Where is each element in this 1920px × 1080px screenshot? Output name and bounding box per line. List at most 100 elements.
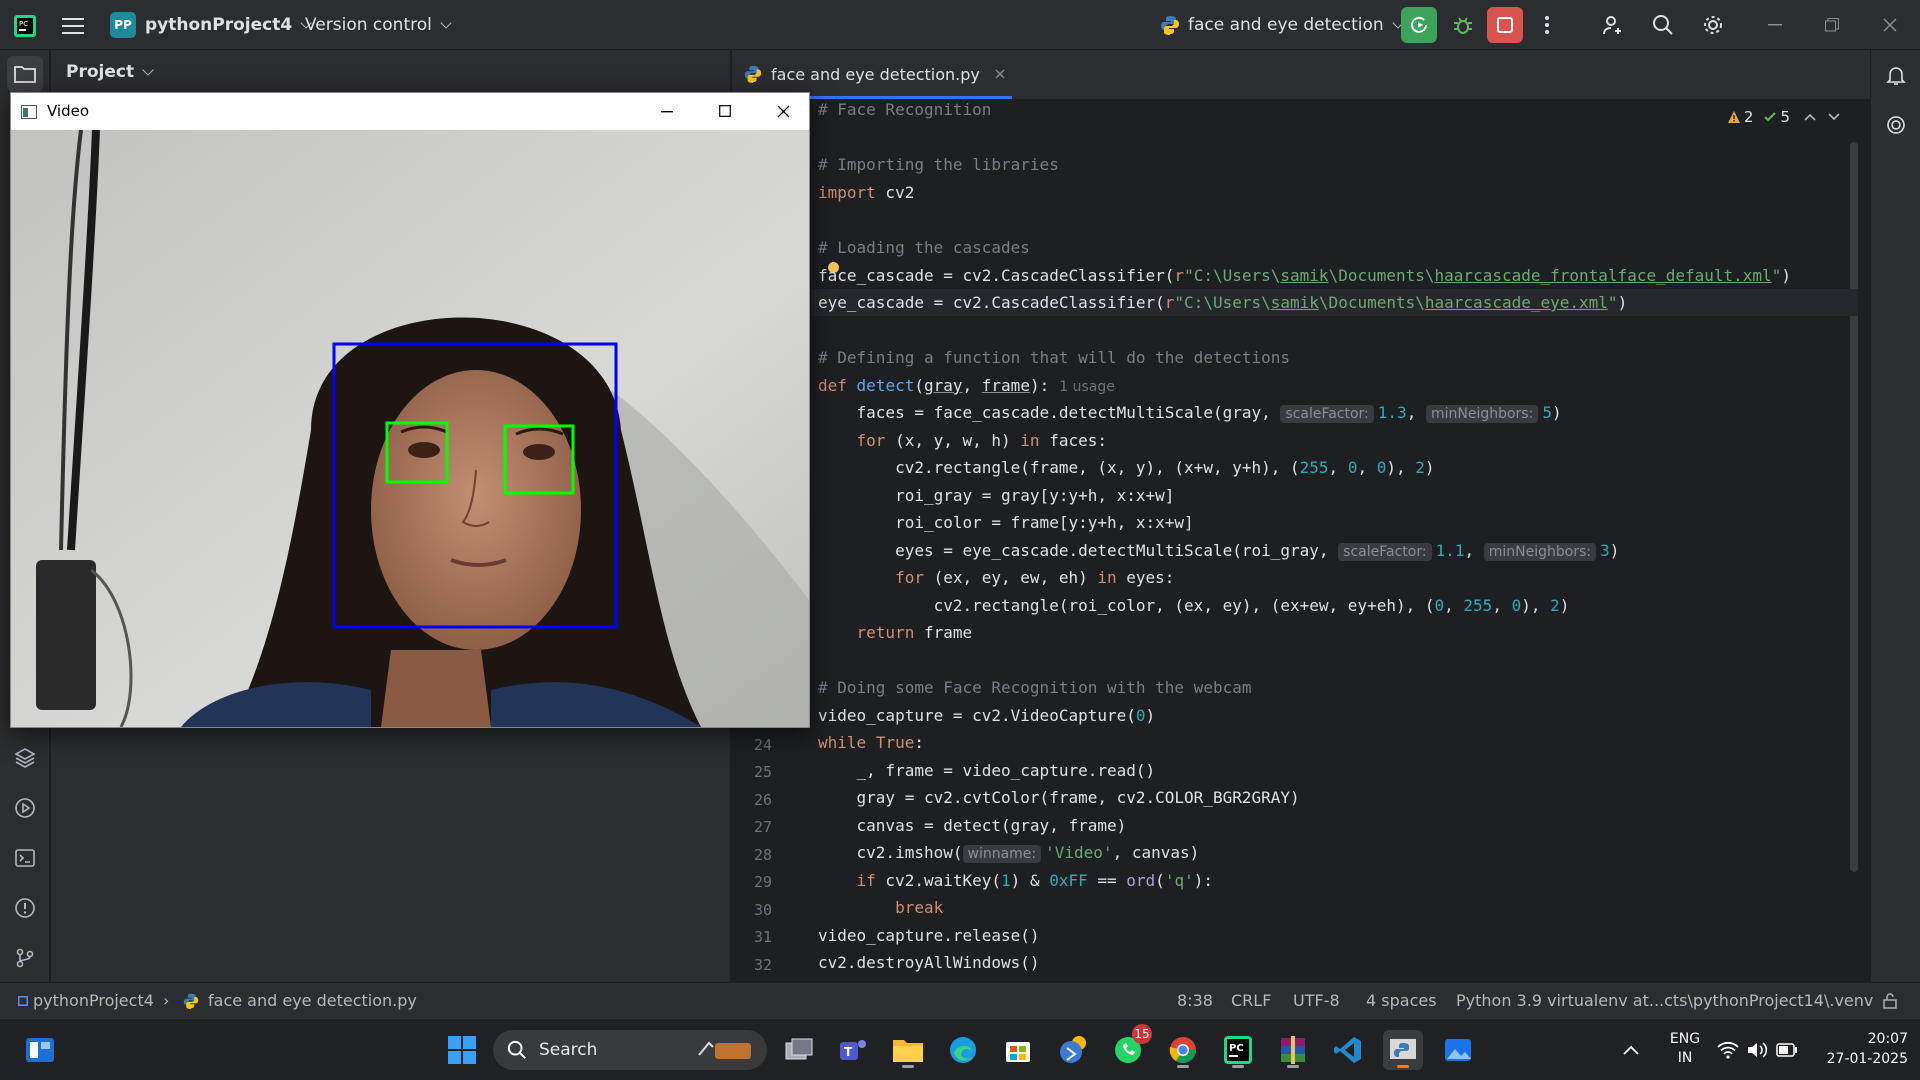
run-config-selector[interactable]: face and eye detection (1160, 0, 1404, 50)
code-line: # Face Recognition (818, 100, 992, 119)
status-bar: pythonProject4 › face and eye detection.… (0, 982, 1920, 1018)
git-button[interactable] (7, 940, 43, 976)
winrar-icon[interactable] (1273, 1030, 1313, 1070)
project-tool-button[interactable] (7, 56, 43, 92)
wifi-icon[interactable] (1717, 1041, 1739, 1059)
svg-text:PC: PC (19, 20, 28, 28)
add-user-button[interactable] (1597, 9, 1629, 41)
task-view-icon[interactable] (779, 1030, 819, 1070)
search-everywhere-button[interactable] (1647, 9, 1679, 41)
run-config-label: face and eye detection (1188, 15, 1384, 35)
main-menu-icon[interactable] (60, 13, 86, 39)
close-window-button[interactable] (1875, 10, 1905, 40)
maximize-icon[interactable] (719, 105, 731, 117)
svg-text:PC: PC (1229, 1043, 1244, 1054)
debug-button[interactable] (1445, 7, 1481, 43)
line-number: 28 (753, 846, 772, 864)
inspection-widget[interactable]: 2 5 (1727, 108, 1840, 126)
clock-date: 27-01-2025 (1826, 1051, 1908, 1067)
file-encoding[interactable]: UTF-8 (1293, 983, 1340, 1019)
running-indicator (902, 1065, 914, 1068)
indent-setting[interactable]: 4 spaces (1366, 983, 1437, 1019)
code-line: video_capture.release() (818, 926, 1040, 945)
pycharm-taskbar-icon[interactable]: PC (1218, 1030, 1258, 1070)
restore-window-button[interactable] (1817, 10, 1847, 40)
breadcrumb-file[interactable]: face and eye detection.py (208, 983, 417, 1019)
stop-icon (1497, 17, 1513, 33)
chevron-up-icon[interactable] (1623, 1045, 1639, 1055)
inlay-hint: scaleFactor: (1280, 405, 1374, 423)
file-explorer-icon[interactable] (888, 1030, 928, 1070)
language-indicator[interactable]: ENG IN (1665, 1030, 1705, 1068)
chevron-down-icon (440, 16, 452, 29)
chrome-icon[interactable] (1163, 1030, 1203, 1070)
title-bar: PC PP pythonProject4 Version control fac… (0, 0, 1920, 50)
weather-icon[interactable] (1053, 1030, 1093, 1070)
run-tool-button[interactable] (7, 790, 43, 826)
code-line: # Doing some Face Recognition with the w… (818, 678, 1252, 697)
editor-scrollbar[interactable] (1850, 142, 1858, 872)
python-packages-button[interactable] (7, 740, 43, 776)
notifications-button[interactable] (1879, 58, 1913, 92)
volume-icon[interactable] (1746, 1041, 1768, 1059)
project-panel-title[interactable]: Project (66, 62, 154, 82)
code-line: roi_color = frame[y:y+h, x:x+w] (818, 513, 1194, 532)
usage-hint[interactable]: 1 usage (1059, 379, 1115, 395)
ai-assistant-button[interactable] (1879, 108, 1913, 142)
code-line: face_cascade = cv2.CascadeClassifier(r"C… (818, 266, 1791, 285)
code-editor[interactable]: 2 5 24 25 26 27 28 29 30 31 32 # Face Re… (732, 100, 1870, 982)
edge-icon[interactable] (943, 1030, 983, 1070)
lock-icon[interactable] (1882, 993, 1898, 1009)
breadcrumb-project[interactable]: pythonProject4 (33, 983, 154, 1019)
caret-position[interactable]: 8:38 (1177, 983, 1213, 1019)
stop-button[interactable] (1487, 7, 1523, 43)
project-selector[interactable]: PP pythonProject4 (110, 0, 312, 50)
more-vertical-icon (1545, 16, 1549, 34)
editor-tab[interactable]: face and eye detection.py (744, 50, 1006, 98)
minimize-window-button[interactable] (1760, 10, 1790, 40)
teams-icon[interactable]: T (833, 1030, 873, 1070)
taskbar-search[interactable]: Search (493, 1030, 767, 1070)
settings-button[interactable] (1697, 9, 1729, 41)
version-control-menu[interactable]: Version control (305, 0, 452, 50)
close-icon (1883, 18, 1897, 32)
running-indicator (1177, 1065, 1189, 1068)
right-tool-strip (1870, 50, 1920, 982)
system-clock[interactable]: 20:07 27-01-2025 (1818, 1029, 1908, 1069)
python-interpreter[interactable]: Python 3.9 virtualenv at...cts\pythonPro… (1456, 983, 1873, 1019)
code-line: def detect(gray, frame): 1 usage (818, 376, 1115, 395)
problems-button[interactable] (7, 890, 43, 926)
inlay-hint: scaleFactor: (1338, 543, 1432, 561)
start-menu-icon[interactable] (442, 1030, 482, 1070)
widgets-icon[interactable] (20, 1030, 60, 1070)
microsoft-store-icon[interactable] (998, 1030, 1038, 1070)
terminal-icon (15, 849, 35, 867)
line-separator[interactable]: CRLF (1231, 983, 1271, 1019)
clock-time: 20:07 (1867, 1031, 1908, 1047)
close-icon[interactable] (777, 105, 790, 118)
battery-icon[interactable] (1776, 1043, 1798, 1057)
code-line: # Defining a function that will do the d… (818, 348, 1291, 367)
ok-count: 5 (1780, 108, 1790, 126)
close-tab-icon[interactable] (994, 68, 1006, 80)
inlay-hint: minNeighbors: (1483, 543, 1597, 561)
whatsapp-icon[interactable]: 15 (1108, 1024, 1152, 1070)
running-indicator (1287, 1065, 1299, 1068)
code-line: # Importing the libraries (818, 155, 1059, 174)
problems-icon (15, 898, 35, 918)
pycharm-logo-icon[interactable]: PC (12, 13, 38, 39)
minimize-icon[interactable] (661, 111, 673, 113)
more-actions-button[interactable] (1535, 7, 1559, 43)
terminal-button[interactable] (7, 840, 43, 876)
chevron-up-icon[interactable] (1804, 113, 1816, 121)
rerun-button[interactable] (1401, 7, 1437, 43)
minimize-icon (1768, 24, 1782, 26)
python-window-icon[interactable] (1383, 1030, 1423, 1070)
vscode-icon[interactable] (1328, 1030, 1368, 1070)
photos-icon[interactable] (1438, 1030, 1478, 1070)
video-window-titlebar[interactable]: Video (11, 93, 809, 130)
line-number: 27 (753, 818, 772, 836)
code-line: for (ex, ey, ew, eh) in eyes: (895, 568, 1175, 587)
chevron-down-icon[interactable] (1828, 113, 1840, 121)
video-window[interactable]: Video (10, 92, 810, 728)
